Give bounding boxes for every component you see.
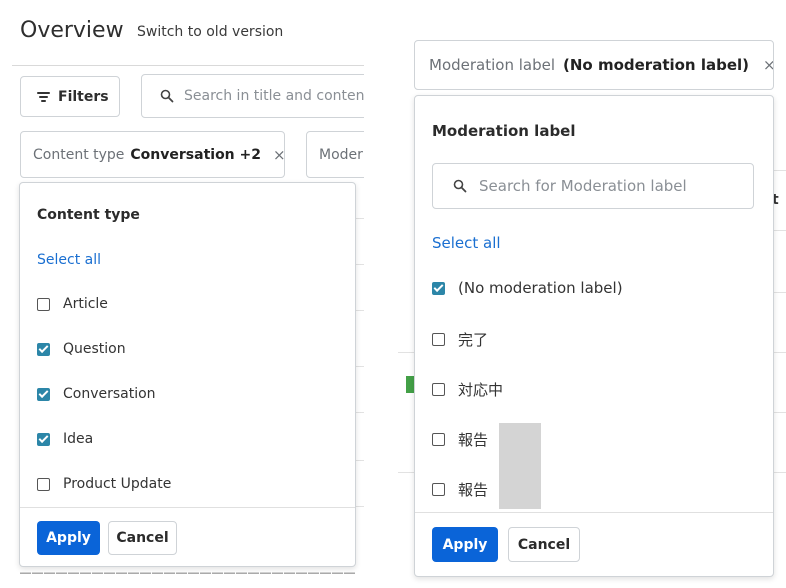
dropdown-title: Content type xyxy=(37,207,140,223)
footer-divider xyxy=(20,507,355,508)
table-divider xyxy=(356,264,364,265)
table-divider xyxy=(356,412,364,413)
option-article[interactable]: Article xyxy=(37,296,108,312)
table-divider xyxy=(774,230,786,231)
option-report-1[interactable]: 報告 xyxy=(432,429,488,450)
option-product-update[interactable]: Product Update xyxy=(37,476,171,492)
option-label: 報告 xyxy=(458,431,489,449)
page-title: Overview xyxy=(20,18,124,43)
select-all-link[interactable]: Select all xyxy=(432,234,501,252)
option-label: Conversation xyxy=(63,386,156,402)
checkbox[interactable] xyxy=(432,483,445,496)
chip-key: Content type xyxy=(33,146,125,163)
redacted-text xyxy=(499,423,541,509)
option-label: Idea xyxy=(63,431,94,447)
option-idea[interactable]: Idea xyxy=(37,431,93,447)
option-conversation[interactable]: Conversation xyxy=(37,386,156,402)
dropdown-title: Moderation label xyxy=(432,122,576,140)
table-divider xyxy=(356,310,364,311)
switch-to-old-version-link[interactable]: Switch to old version xyxy=(137,24,283,40)
option-label: 対応中 xyxy=(458,381,504,399)
header-divider xyxy=(12,65,364,66)
option-label: Product Update xyxy=(63,476,172,492)
apply-button[interactable]: Apply xyxy=(432,527,498,562)
checkbox[interactable] xyxy=(37,297,50,311)
option-label: Article xyxy=(63,296,108,312)
select-all-link[interactable]: Select all xyxy=(37,252,101,268)
moderation-label-dropdown: Moderation label Search for Moderation l… xyxy=(414,95,774,577)
table-divider xyxy=(774,412,786,413)
apply-button[interactable]: Apply xyxy=(37,521,100,555)
checkbox[interactable] xyxy=(432,433,445,446)
left-screenshot: Overview Switch to old version Filters S… xyxy=(0,0,364,588)
table-divider xyxy=(774,170,786,171)
option-no-moderation-label[interactable]: (No moderation label) xyxy=(432,279,623,297)
checkbox[interactable] xyxy=(432,333,445,346)
option-label: 報告 xyxy=(458,481,489,499)
option-in-progress[interactable]: 対応中 xyxy=(432,379,503,400)
search-icon xyxy=(453,179,467,193)
cancel-button[interactable]: Cancel xyxy=(108,521,177,555)
option-label: Question xyxy=(63,341,126,357)
option-label: 完了 xyxy=(458,331,489,349)
table-divider xyxy=(774,472,786,473)
search-placeholder: Search in title and content xyxy=(184,88,364,104)
cancel-button[interactable]: Cancel xyxy=(508,527,580,562)
option-report-2[interactable]: 報告 xyxy=(432,479,488,500)
close-icon[interactable]: × xyxy=(763,56,773,74)
chip-value: Conversation +2 xyxy=(130,146,261,163)
right-screenshot: Moderation label (No moderation label) ×… xyxy=(398,0,786,588)
table-divider xyxy=(356,218,364,219)
chip-key: Moder xyxy=(319,146,363,163)
table-divider xyxy=(774,352,786,353)
option-question[interactable]: Question xyxy=(37,341,126,357)
table-divider xyxy=(398,472,414,473)
moderation-label-filter-chip[interactable]: Moderation label (No moderation label) × xyxy=(414,40,774,90)
moderation-filter-chip[interactable]: Moder xyxy=(306,131,364,178)
chip-value: (No moderation label) xyxy=(563,56,750,74)
table-divider xyxy=(398,352,414,353)
table-divider xyxy=(356,366,364,367)
chip-key: Moderation label xyxy=(429,56,556,74)
search-placeholder: Search for Moderation label xyxy=(479,177,687,195)
filters-button-label: Filters xyxy=(58,88,109,105)
option-complete[interactable]: 完了 xyxy=(432,329,488,350)
table-divider xyxy=(774,292,786,293)
checkbox-checked[interactable] xyxy=(432,281,445,295)
checkbox[interactable] xyxy=(37,477,50,491)
checkbox-checked[interactable] xyxy=(37,387,50,401)
filters-button[interactable]: Filters xyxy=(20,76,120,117)
footer-divider xyxy=(415,512,773,513)
content-type-dropdown: Content type Select all Article Question… xyxy=(19,182,356,567)
filter-icon xyxy=(37,90,50,104)
content-type-filter-chip[interactable]: Content type Conversation +2 × xyxy=(20,131,285,178)
checkbox-checked[interactable] xyxy=(37,342,50,356)
moderation-label-search-input[interactable]: Search for Moderation label xyxy=(432,163,754,209)
obscured-row-text: ―――――――――――――――――――――――――――― xyxy=(20,566,356,579)
close-icon[interactable]: × xyxy=(273,146,284,164)
option-label: (No moderation label) xyxy=(458,279,623,297)
table-divider xyxy=(356,460,364,461)
checkbox-checked[interactable] xyxy=(37,432,50,446)
table-divider xyxy=(356,506,364,507)
checkbox[interactable] xyxy=(432,383,445,396)
search-icon xyxy=(160,89,174,103)
content-search-input[interactable]: Search in title and content xyxy=(141,74,364,118)
